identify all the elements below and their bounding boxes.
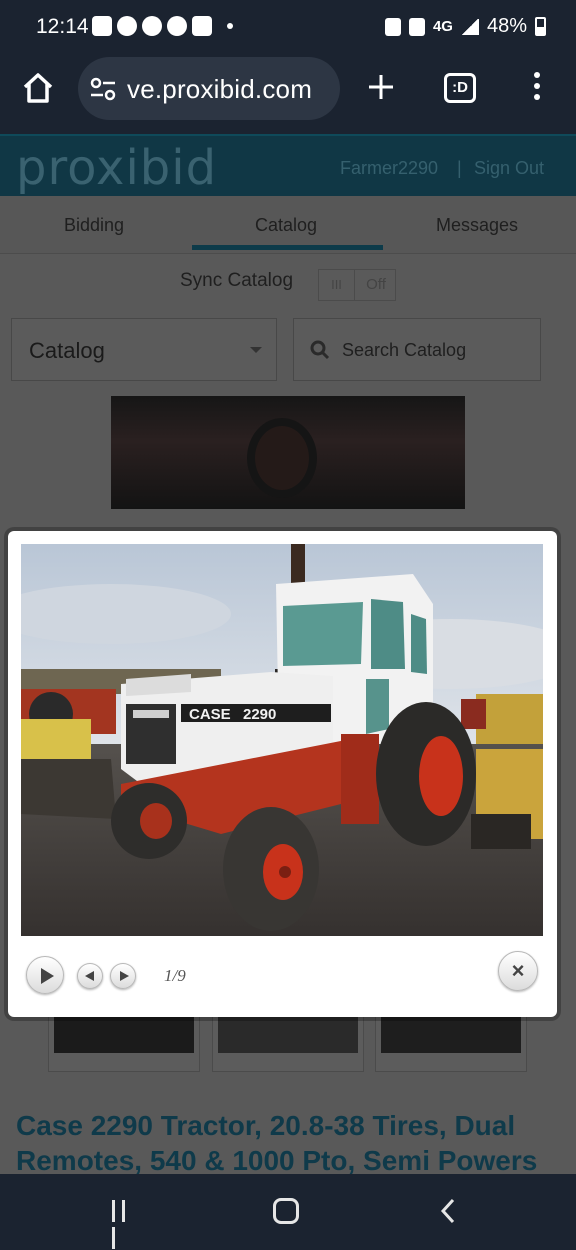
sign-out-link[interactable]: Sign Out xyxy=(474,158,544,179)
next-icon[interactable] xyxy=(110,963,136,989)
calendar-notification-icon xyxy=(192,16,212,36)
thumbnail[interactable] xyxy=(212,1014,364,1072)
plus-icon xyxy=(369,75,393,99)
tab-messages[interactable]: Messages xyxy=(436,215,518,236)
status-right: 4G 48% xyxy=(384,15,546,38)
image-lightbox: CASE 2290 1/9 × xyxy=(8,531,557,1017)
proxibid-logo[interactable]: proxibid xyxy=(16,140,217,196)
network-type: 4G xyxy=(432,18,453,35)
header-separator: | xyxy=(457,158,462,178)
tabs-icon[interactable]: :D xyxy=(444,73,476,103)
toggle-off-label: Off xyxy=(366,276,386,293)
new-tab-button[interactable] xyxy=(366,72,396,102)
browser-toolbar: ve.proxibid.com :D xyxy=(0,56,576,134)
model-decal: 2290 xyxy=(243,706,276,723)
back-icon[interactable] xyxy=(440,1197,456,1225)
battery-icon xyxy=(535,17,546,36)
play-icon[interactable] xyxy=(26,956,64,994)
image-counter: 1/9 xyxy=(164,966,186,985)
catalog-select-value: Catalog xyxy=(29,338,105,363)
lightbox-photo: CASE 2290 xyxy=(21,544,543,936)
alarm-icon xyxy=(408,17,425,36)
lot-main-image[interactable] xyxy=(111,396,465,509)
tune-icon[interactable] xyxy=(90,77,116,101)
url-text[interactable]: ve.proxibid.com xyxy=(127,74,312,105)
lot-title[interactable]: Case 2290 Tractor, 20.8-38 Tires, Dual R… xyxy=(16,1108,561,1174)
home-button[interactable] xyxy=(20,70,56,106)
message-notification-icon xyxy=(92,16,112,36)
search-input[interactable] xyxy=(342,337,532,363)
notification-icons xyxy=(92,16,233,36)
facebook-notification-icon xyxy=(117,16,137,36)
home-icon xyxy=(23,73,53,103)
toggle-on-indicator: III xyxy=(319,270,355,300)
catalog-select[interactable]: Catalog xyxy=(11,318,277,381)
sync-catalog-toggle[interactable]: III Off xyxy=(318,269,396,301)
search-catalog-box[interactable] xyxy=(293,318,541,381)
tab-bidding[interactable]: Bidding xyxy=(64,215,124,236)
more-notifications-icon xyxy=(227,23,233,29)
more-icon[interactable] xyxy=(534,72,542,102)
active-tab-indicator xyxy=(192,245,383,250)
home-nav-button[interactable] xyxy=(273,1198,299,1224)
status-bar: 12:14 4G 48% xyxy=(0,0,576,56)
recents-icon[interactable] xyxy=(112,1200,138,1249)
battery-percent: 48% xyxy=(486,15,527,37)
search-icon xyxy=(310,340,330,360)
tractor-photo: CASE 2290 xyxy=(21,544,543,936)
facebook-notification-icon xyxy=(167,16,187,36)
thumbnail[interactable] xyxy=(375,1014,527,1072)
thumbnail[interactable] xyxy=(48,1014,200,1072)
address-bar[interactable]: ve.proxibid.com xyxy=(78,57,340,120)
case-decal: CASE xyxy=(189,706,231,723)
facebook-notification-icon xyxy=(142,16,162,36)
tractor-wheel-shadow xyxy=(247,418,317,498)
chevron-down-icon xyxy=(250,347,262,353)
lock-icon xyxy=(384,17,401,36)
signal-icon xyxy=(460,18,479,35)
sync-catalog-label: Sync Catalog xyxy=(180,270,294,291)
prev-icon[interactable] xyxy=(77,963,103,989)
username[interactable]: Farmer2290 xyxy=(340,158,438,179)
lightbox-controls: 1/9 × xyxy=(21,936,543,1002)
status-time: 12:14 xyxy=(36,15,89,38)
close-icon[interactable]: × xyxy=(498,951,538,991)
thumbnail-strip xyxy=(0,1014,576,1074)
site-header: proxibid Farmer2290 | Sign Out xyxy=(0,134,576,196)
tab-catalog[interactable]: Catalog xyxy=(255,215,317,236)
system-nav-bar xyxy=(0,1174,576,1250)
